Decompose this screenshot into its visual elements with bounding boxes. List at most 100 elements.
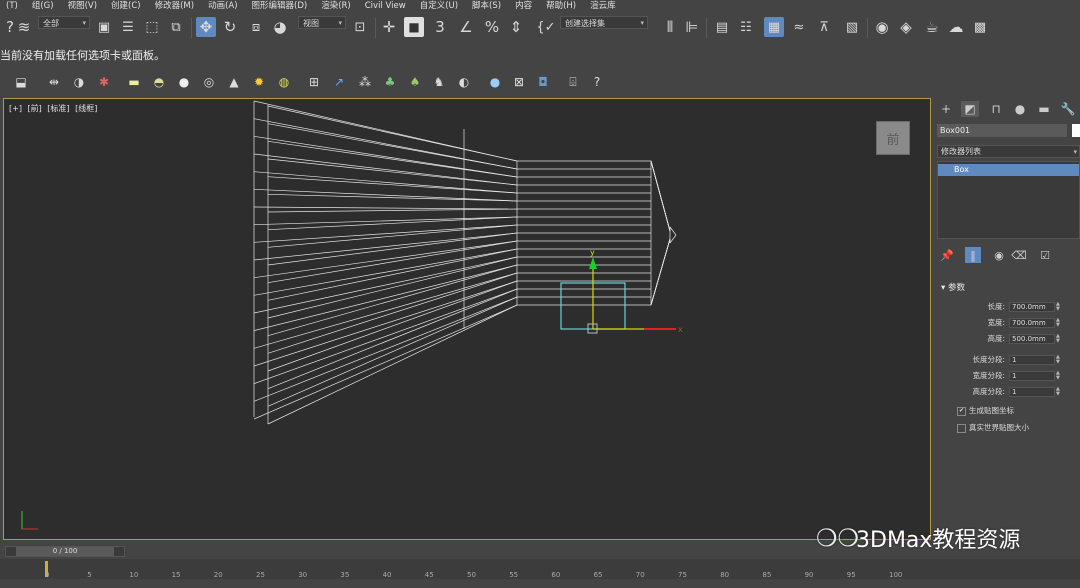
configure-sets-icon[interactable]: ☑ bbox=[1037, 247, 1053, 263]
cube-icon[interactable]: ◘ bbox=[534, 73, 552, 91]
utilities-tab-icon[interactable]: 🔧 bbox=[1059, 101, 1077, 117]
sun-icon[interactable]: ✹ bbox=[250, 73, 268, 91]
modifier-stack-item[interactable]: Box bbox=[938, 164, 1079, 176]
sphere-icon[interactable]: ● bbox=[175, 73, 193, 91]
menu-item[interactable]: 渲染(R) bbox=[315, 0, 359, 12]
globe-icon[interactable]: ● bbox=[486, 73, 504, 91]
named-selection-dropdown[interactable]: 创建选择集 bbox=[560, 16, 648, 30]
modify-tab-icon[interactable]: ◩ bbox=[961, 101, 979, 117]
box-icon[interactable]: ▬ bbox=[125, 73, 143, 91]
hierarchy-tab-icon[interactable]: ⊓ bbox=[987, 101, 1005, 117]
dome-icon[interactable]: ◓ bbox=[150, 73, 168, 91]
menu-item[interactable]: 渲云库 bbox=[584, 0, 624, 12]
spinner-icon[interactable]: ▲ ▼ bbox=[1056, 334, 1062, 344]
pivot-icon[interactable]: ⊡ bbox=[350, 17, 370, 37]
menu-item[interactable]: 创建(C) bbox=[105, 0, 149, 12]
cone-icon[interactable]: ▲ bbox=[225, 73, 243, 91]
spinner-snap-icon[interactable]: ⇕ bbox=[506, 17, 526, 37]
menu-item[interactable]: Civil View bbox=[359, 0, 414, 12]
place-icon[interactable]: ◕ bbox=[270, 17, 290, 37]
view-cube[interactable]: 前 bbox=[876, 121, 910, 155]
wand-icon[interactable]: ↗ bbox=[330, 73, 348, 91]
create-tab-icon[interactable]: + bbox=[937, 101, 955, 117]
scatter-icon[interactable]: ⁂ bbox=[356, 73, 374, 91]
menu-item[interactable]: 修改器(M) bbox=[149, 0, 202, 12]
front-viewport[interactable]: [+] [前] [标准] [线框] yx 前 bbox=[3, 98, 931, 540]
plant-icon[interactable]: ♠ bbox=[406, 73, 424, 91]
render-online-icon[interactable]: ▩ bbox=[970, 17, 990, 37]
camera-icon[interactable]: ⬓ bbox=[12, 73, 30, 91]
render-setup-icon[interactable]: ◈ bbox=[896, 17, 916, 37]
track-bar[interactable]: 0 5 10 15 20 25 30 35 40 45 50 55 60 65 70 75 80 85 90 95 10… bbox=[0, 559, 1080, 579]
edit-named-icon[interactable]: {✓ bbox=[536, 17, 556, 37]
width-input[interactable]: 700.0mm bbox=[1009, 318, 1055, 328]
spinner-icon[interactable]: ▲ ▼ bbox=[1056, 371, 1062, 381]
rect-select-icon[interactable]: ⬚ bbox=[142, 17, 162, 37]
select-object-icon[interactable]: ▣ bbox=[94, 17, 114, 37]
menu-item[interactable]: 内容 bbox=[509, 0, 540, 12]
menu-item[interactable]: 脚本(S) bbox=[466, 0, 509, 12]
mirror-icon[interactable]: ⫴ bbox=[660, 17, 680, 37]
bind-icon[interactable]: ≋ bbox=[14, 17, 34, 37]
pin-stack-icon[interactable]: 📌 bbox=[939, 247, 955, 263]
particle-icon[interactable]: ✱ bbox=[95, 73, 113, 91]
light-icon[interactable]: ◍ bbox=[275, 73, 293, 91]
angle-snap-icon[interactable]: ∠ bbox=[456, 17, 476, 37]
settings-icon[interactable]: ⌹ bbox=[564, 73, 582, 91]
help-icon[interactable]: ? bbox=[588, 73, 606, 91]
menu-item[interactable]: 自定义(U) bbox=[414, 0, 466, 12]
time-slider-thumb[interactable]: 0 / 100 bbox=[16, 547, 114, 556]
curve-editor-icon[interactable]: ≈ bbox=[789, 17, 809, 37]
render-tool-icon[interactable]: ⊠ bbox=[510, 73, 528, 91]
scale-icon[interactable]: ⧈ bbox=[246, 17, 266, 37]
length-segs-input[interactable]: 1 bbox=[1009, 355, 1055, 365]
remove-modifier-icon[interactable]: ⌫ bbox=[1011, 247, 1027, 263]
menu-item[interactable]: 帮助(H) bbox=[540, 0, 584, 12]
figure-icon[interactable]: ♞ bbox=[430, 73, 448, 91]
time-slider[interactable]: 0 / 100 bbox=[5, 546, 125, 557]
height-input[interactable]: 500.0mm bbox=[1009, 334, 1055, 344]
modifier-list-dropdown[interactable]: 修改器列表 bbox=[937, 145, 1080, 158]
select-manipulate-icon[interactable]: ✛ bbox=[379, 17, 399, 37]
grid-icon[interactable]: ⊞ bbox=[305, 73, 323, 91]
move-icon[interactable]: ✥ bbox=[196, 17, 216, 37]
material-ball-icon[interactable]: ◐ bbox=[455, 73, 473, 91]
snap-icon[interactable]: 3 bbox=[430, 17, 450, 37]
spinner-icon[interactable]: ▲ ▼ bbox=[1056, 387, 1062, 397]
real-world-checkbox[interactable]: 真实世界贴图大小 bbox=[957, 422, 1029, 433]
menu-item[interactable]: 动画(A) bbox=[202, 0, 245, 12]
gen-mapping-checkbox[interactable]: ✔ 生成贴图坐标 bbox=[957, 405, 1014, 416]
menu-item[interactable]: 图形编辑器(D) bbox=[246, 0, 316, 12]
make-unique-icon[interactable]: ◉ bbox=[991, 247, 1007, 263]
keyboard-shortcut-icon[interactable]: ■ bbox=[404, 17, 424, 37]
gizmo-y-arrow[interactable] bbox=[589, 257, 597, 269]
window-crossing-icon[interactable]: ⧉ bbox=[166, 17, 186, 37]
select-by-name-icon[interactable]: ☰ bbox=[118, 17, 138, 37]
motion-tab-icon[interactable]: ● bbox=[1011, 101, 1029, 117]
spinner-icon[interactable]: ▲ ▼ bbox=[1056, 302, 1062, 312]
show-end-result-icon[interactable]: ‖ bbox=[965, 247, 981, 263]
object-name-field[interactable]: Box001 bbox=[937, 124, 1067, 137]
rollout-title[interactable]: ▾ 参数 bbox=[941, 281, 965, 293]
ref-coord-dropdown[interactable]: 视图 bbox=[298, 16, 346, 30]
menu-item[interactable]: 视图(V) bbox=[62, 0, 105, 12]
render-icon[interactable]: ☁ bbox=[946, 17, 966, 37]
dolly-icon[interactable]: ⇹ bbox=[45, 73, 63, 91]
width-segs-input[interactable]: 1 bbox=[1009, 371, 1055, 381]
spinner-icon[interactable]: ▲ ▼ bbox=[1056, 355, 1062, 365]
torus-icon[interactable]: ◎ bbox=[200, 73, 218, 91]
dope-sheet-icon[interactable]: ⊼ bbox=[814, 17, 834, 37]
height-segs-input[interactable]: 1 bbox=[1009, 387, 1055, 397]
layer-explorer-icon[interactable]: ▤ bbox=[712, 17, 732, 37]
scene-explorer-icon[interactable]: ☷ bbox=[736, 17, 756, 37]
selection-filter-dropdown[interactable]: 全部 bbox=[38, 16, 90, 30]
sphere-half-icon[interactable]: ◑ bbox=[70, 73, 88, 91]
menu-item[interactable]: (T) bbox=[0, 0, 26, 12]
tree-icon[interactable]: ♣ bbox=[381, 73, 399, 91]
rotate-icon[interactable]: ↻ bbox=[220, 17, 240, 37]
spinner-icon[interactable]: ▲ ▼ bbox=[1056, 318, 1062, 328]
material-editor-icon[interactable]: ◉ bbox=[872, 17, 892, 37]
object-color-swatch[interactable] bbox=[1072, 124, 1080, 137]
render-frame-icon[interactable]: ☕ bbox=[922, 17, 942, 37]
ribbon-icon[interactable]: ▦ bbox=[764, 17, 784, 37]
